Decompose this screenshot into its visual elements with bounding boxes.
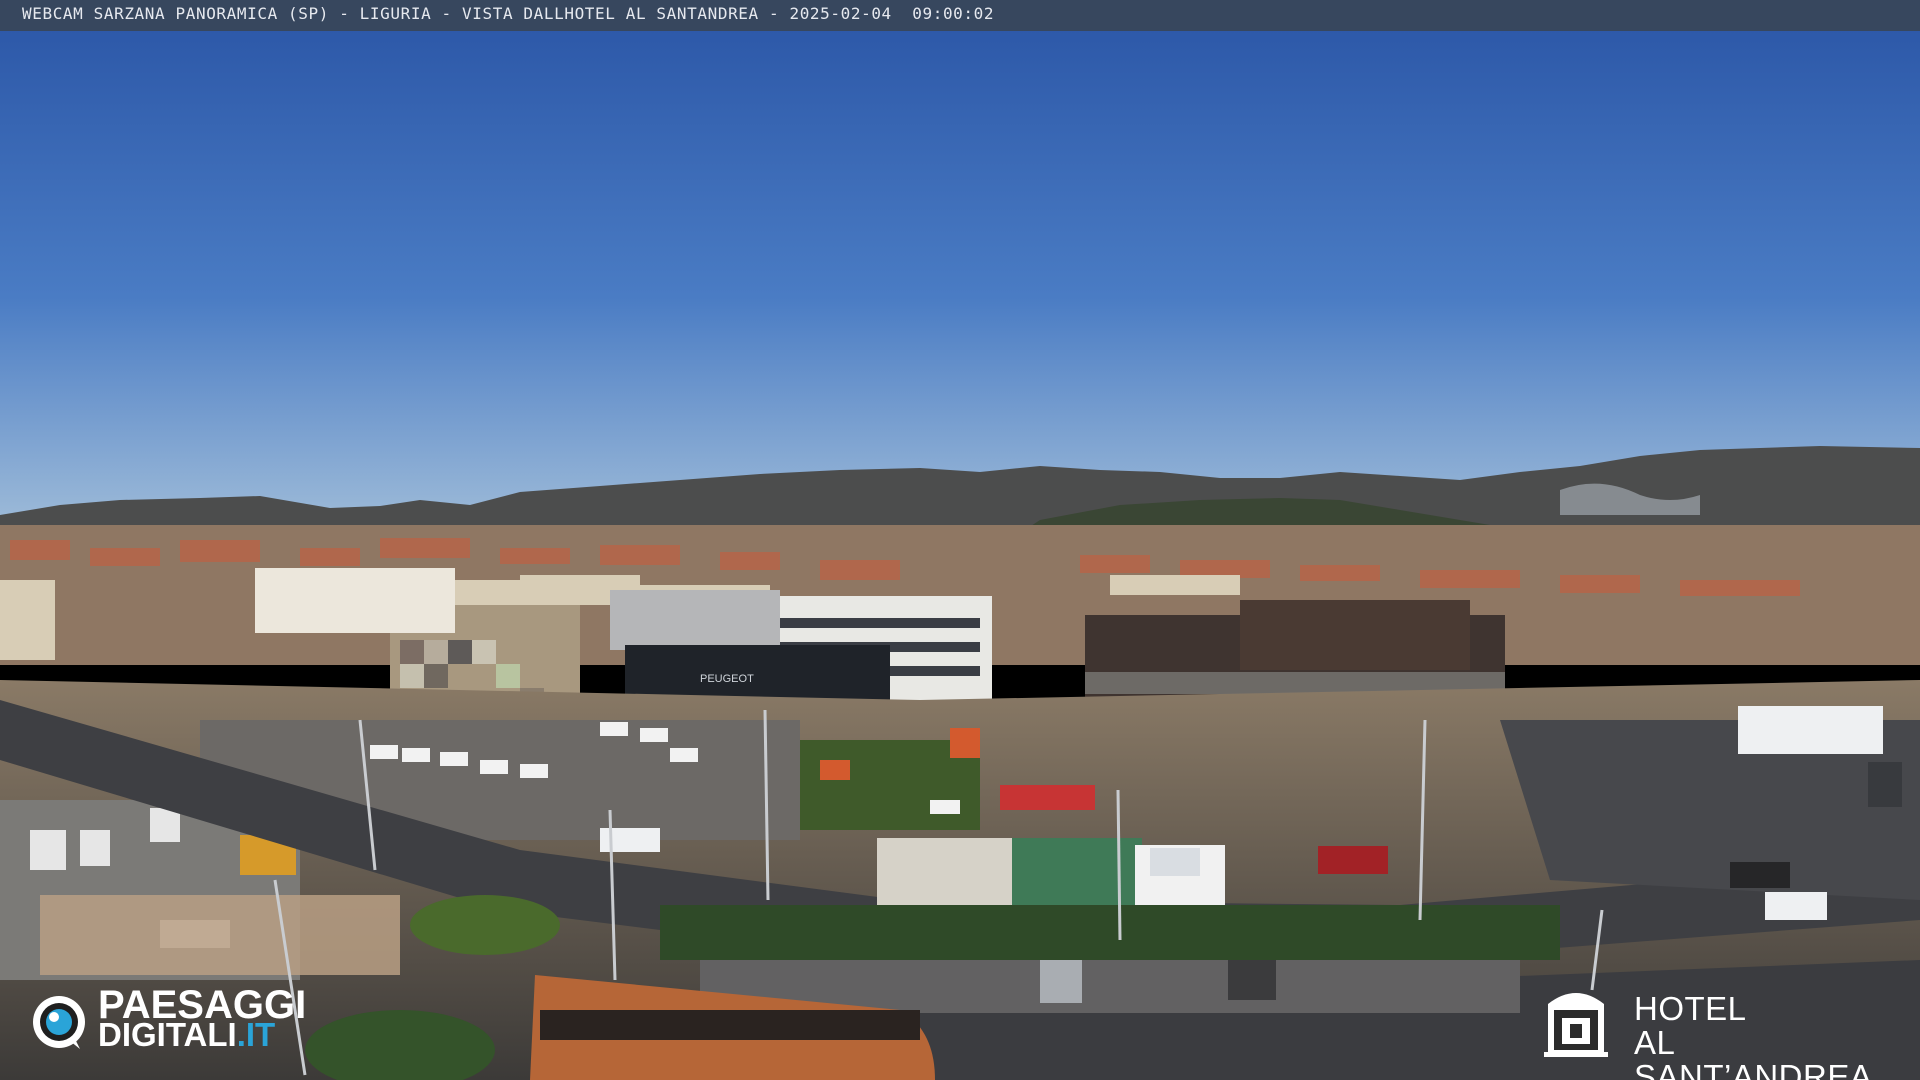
brand-line2-suffix: .IT: [236, 1016, 276, 1053]
white-truck-right: [1738, 706, 1883, 754]
brand-line2: DIGITALI.IT: [98, 1018, 306, 1051]
white-car-road: [600, 828, 660, 852]
caption-bar: WEBCAM SARZANA PANORAMICA (SP) - LIGURIA…: [0, 0, 1920, 31]
silver-car-bottom: [1040, 958, 1082, 1003]
dark-car-bottom: [1228, 960, 1276, 1000]
brand-text: PAESAGGI DIGITALI.IT: [98, 985, 306, 1051]
white-house-left: [255, 568, 455, 633]
hotel-logo: HOTEL AL SANT’ANDREA: [1540, 980, 1900, 1080]
red-car: [1318, 846, 1388, 874]
hotel-name: HOTEL AL SANT’ANDREA: [1634, 992, 1900, 1080]
dealer-sign: PEUGEOT: [700, 673, 754, 685]
hotel-building-icon: [1544, 993, 1608, 1057]
shrub-left: [410, 895, 560, 955]
bus-window: [540, 1010, 920, 1040]
brand-line2-main: DIGITALI: [98, 1016, 237, 1053]
panorama-photo: PEUGEOT: [0, 0, 1920, 1080]
white-car-right: [1765, 892, 1827, 920]
dark-car-right: [1730, 862, 1790, 888]
grey-building: [610, 590, 780, 650]
eye-icon: [33, 996, 85, 1049]
hotel-name-line2: AL SANT’ANDREA: [1634, 1024, 1873, 1080]
restaurant-upper: [1240, 600, 1470, 670]
webcam-caption: WEBCAM SARZANA PANORAMICA (SP) - LIGURIA…: [22, 4, 995, 23]
red-banner: [1000, 785, 1095, 810]
hotel-name-line1: HOTEL: [1634, 990, 1747, 1027]
webcam-frame: PEUGEOT WEBCAM SARZANA PANORAMICA (SP) -…: [0, 0, 1920, 1080]
hedge-middle: [660, 905, 1560, 960]
paesaggi-digitali-logo: PAESAGGI DIGITALI.IT: [30, 985, 340, 1060]
road-sign-right: [1868, 762, 1902, 807]
fence: [40, 895, 400, 975]
